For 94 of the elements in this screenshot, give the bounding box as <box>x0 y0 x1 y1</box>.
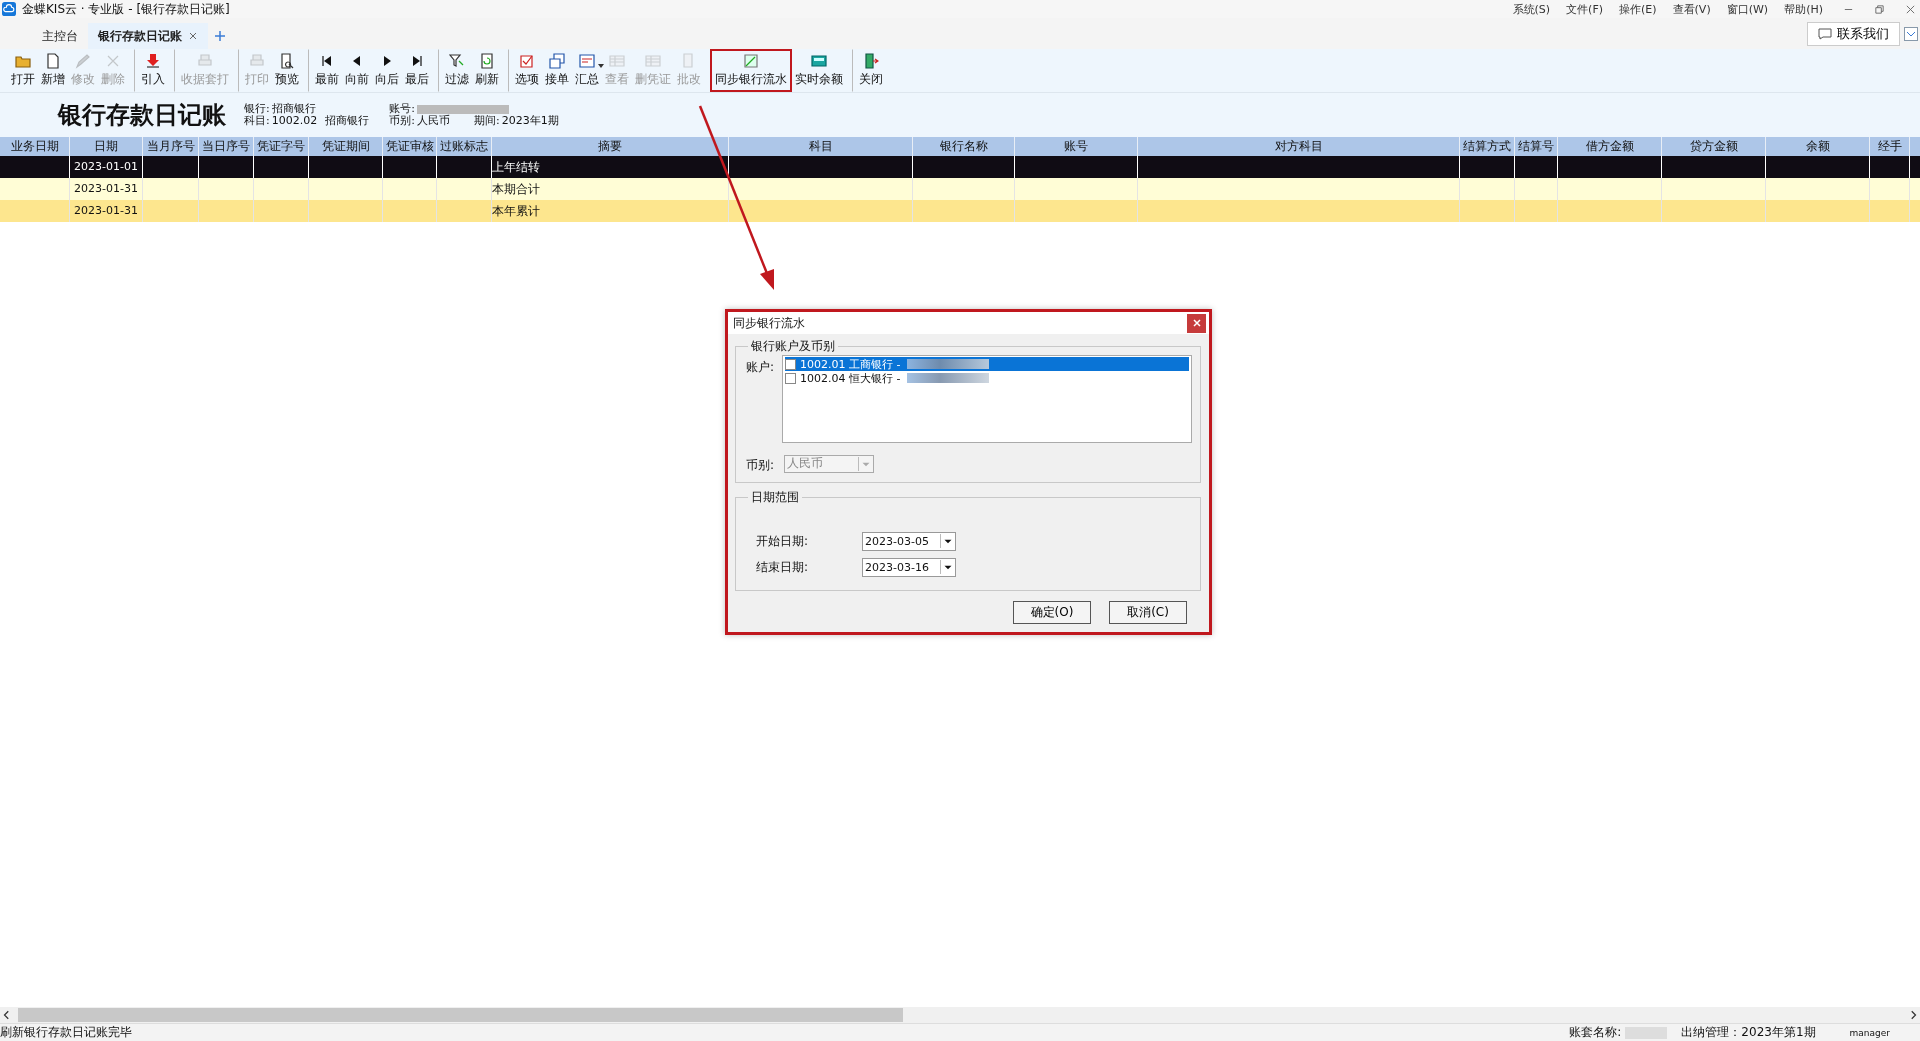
menu-item[interactable]: 帮助(H) <box>1784 1 1823 17</box>
account-list[interactable]: 1002.01 工商银行 - 1002.04 恒大银行 - <box>782 355 1192 443</box>
printer-icon <box>250 54 264 66</box>
window-title: 金蝶KIS云 · 专业版 - [银行存款日记账] <box>22 0 230 18</box>
close-icon <box>1192 319 1201 327</box>
table-cell: 2023-01-31 <box>74 182 138 195</box>
dialog-title: 同步银行流水 <box>733 314 805 332</box>
grid-icon <box>609 55 625 67</box>
left-triangle-icon <box>353 56 360 66</box>
toolbar-button[interactable]: 实时余额 <box>792 49 846 92</box>
folder-icon <box>15 56 31 68</box>
toolbar-button[interactable]: 汇总 <box>572 49 602 92</box>
field-label: 开始日期: <box>756 532 810 550</box>
selected-row[interactable]: 2023-01-01 上年结转 <box>0 156 1920 178</box>
menu-item[interactable]: 查看(V) <box>1672 1 1711 17</box>
toolbar-button[interactable]: 预览 <box>272 49 302 92</box>
windows-icon <box>549 53 565 69</box>
toolbar-button[interactable]: 向前 <box>342 49 372 92</box>
checkbox[interactable] <box>785 358 797 370</box>
chevron-down-icon[interactable] <box>1904 27 1918 41</box>
field-value: 招商银行 <box>271 103 316 115</box>
table-row[interactable]: 2023-01-31 本年累计 <box>0 200 1920 222</box>
printer-icon <box>198 54 212 66</box>
status-message: 刷新银行存款日记账完毕 <box>0 1024 132 1041</box>
refresh-icon <box>481 53 493 69</box>
field-value: 1002.02 <box>271 115 318 127</box>
menu-item[interactable]: 操作(E) <box>1619 1 1657 17</box>
close-button[interactable] <box>1187 313 1206 333</box>
field-label: 账号: <box>389 103 415 115</box>
field-label: 币别: <box>746 457 775 474</box>
field-label: 银行: <box>244 103 270 115</box>
tab[interactable]: 主控台 <box>32 23 88 49</box>
document-icon <box>47 53 59 69</box>
funnel-icon <box>449 54 464 67</box>
table-cell: 上年结转 <box>492 160 540 174</box>
list-item[interactable]: 1002.04 恒大银行 - <box>785 371 1189 385</box>
account-name: 1002.04 恒大银行 - <box>800 370 901 386</box>
grid-icon <box>645 55 661 67</box>
table-cell: 2023-01-31 <box>74 204 138 217</box>
restore-icon[interactable] <box>1874 3 1885 15</box>
list-item[interactable]: 1002.01 工商银行 - <box>785 357 1189 371</box>
door-icon <box>865 53 879 69</box>
contact-button[interactable]: 联系我们 <box>1807 22 1900 46</box>
date-field[interactable]: 2023-03-16 <box>862 557 956 577</box>
status-label: 账套名称: <box>1569 1024 1622 1041</box>
form-icon <box>579 54 595 68</box>
table-cell: 本年累计 <box>492 204 540 218</box>
field-label: 结束日期: <box>756 558 810 576</box>
check-icon <box>520 55 533 68</box>
chat-icon <box>1818 28 1832 40</box>
group-title: 银行账户及币别 <box>750 338 836 355</box>
toolbar-button[interactable]: 同步银行流水 <box>710 49 792 92</box>
menu-item[interactable]: 文件(F) <box>1566 1 1603 17</box>
field-label: 期间: <box>473 115 500 127</box>
field-label: 科目: <box>244 115 270 127</box>
menu-item[interactable]: 系统(S) <box>1512 1 1551 17</box>
group-title: 日期范围 <box>750 489 800 506</box>
ok-button[interactable]: 确定(O) <box>1013 601 1091 624</box>
caret-icon <box>598 64 604 68</box>
close-icon[interactable] <box>1905 3 1916 15</box>
cancel-button[interactable]: 取消(C) <box>1109 601 1187 624</box>
field-label: 账户: <box>746 359 775 376</box>
document-icon <box>683 53 693 68</box>
table-cell: 本期合计 <box>492 182 540 196</box>
toolbar-button[interactable]: 刷新 <box>472 49 502 92</box>
field-value: 人民币 <box>416 115 450 127</box>
date-field[interactable]: 2023-03-05 <box>862 531 956 551</box>
plus-icon[interactable] <box>214 30 226 42</box>
checkbox[interactable] <box>785 372 797 384</box>
right-triangle-icon <box>384 56 391 66</box>
calculator-icon <box>811 55 827 67</box>
toolbar-button[interactable]: 打开 <box>8 49 38 92</box>
skip-end-icon <box>413 55 422 67</box>
horizontal-scrollbar[interactable] <box>0 1007 1920 1023</box>
status-user: manager <box>1849 1027 1890 1038</box>
down-arrow-icon <box>146 54 160 68</box>
tab[interactable]: 银行存款日记账 <box>88 23 208 49</box>
skip-start-icon <box>322 55 331 67</box>
cross-icon <box>107 55 119 67</box>
field-value: 招商银行 <box>325 115 370 127</box>
account-name: 1002.01 工商银行 - <box>800 356 901 372</box>
table-row[interactable]: 2023-01-31 本期合计 <box>0 178 1920 200</box>
field-value: 2023年1期 <box>501 115 559 127</box>
table-cell: 2023-01-01 <box>74 160 138 173</box>
field-label: 币别: <box>389 115 415 127</box>
ledger-title: 银行存款日记账 <box>58 99 226 131</box>
close-icon[interactable] <box>188 31 198 41</box>
toolbar-button[interactable]: 最后 <box>402 49 432 92</box>
toolbar-button[interactable]: 向后 <box>372 49 402 92</box>
menu-item[interactable]: 窗口(W) <box>1726 1 1769 17</box>
toolbar-button[interactable]: 新增 <box>38 49 68 92</box>
toolbar-button[interactable]: 接单 <box>542 49 572 92</box>
magnifier-icon <box>281 53 294 69</box>
status-period: 出纳管理：2023年第1期 <box>1681 1024 1816 1041</box>
